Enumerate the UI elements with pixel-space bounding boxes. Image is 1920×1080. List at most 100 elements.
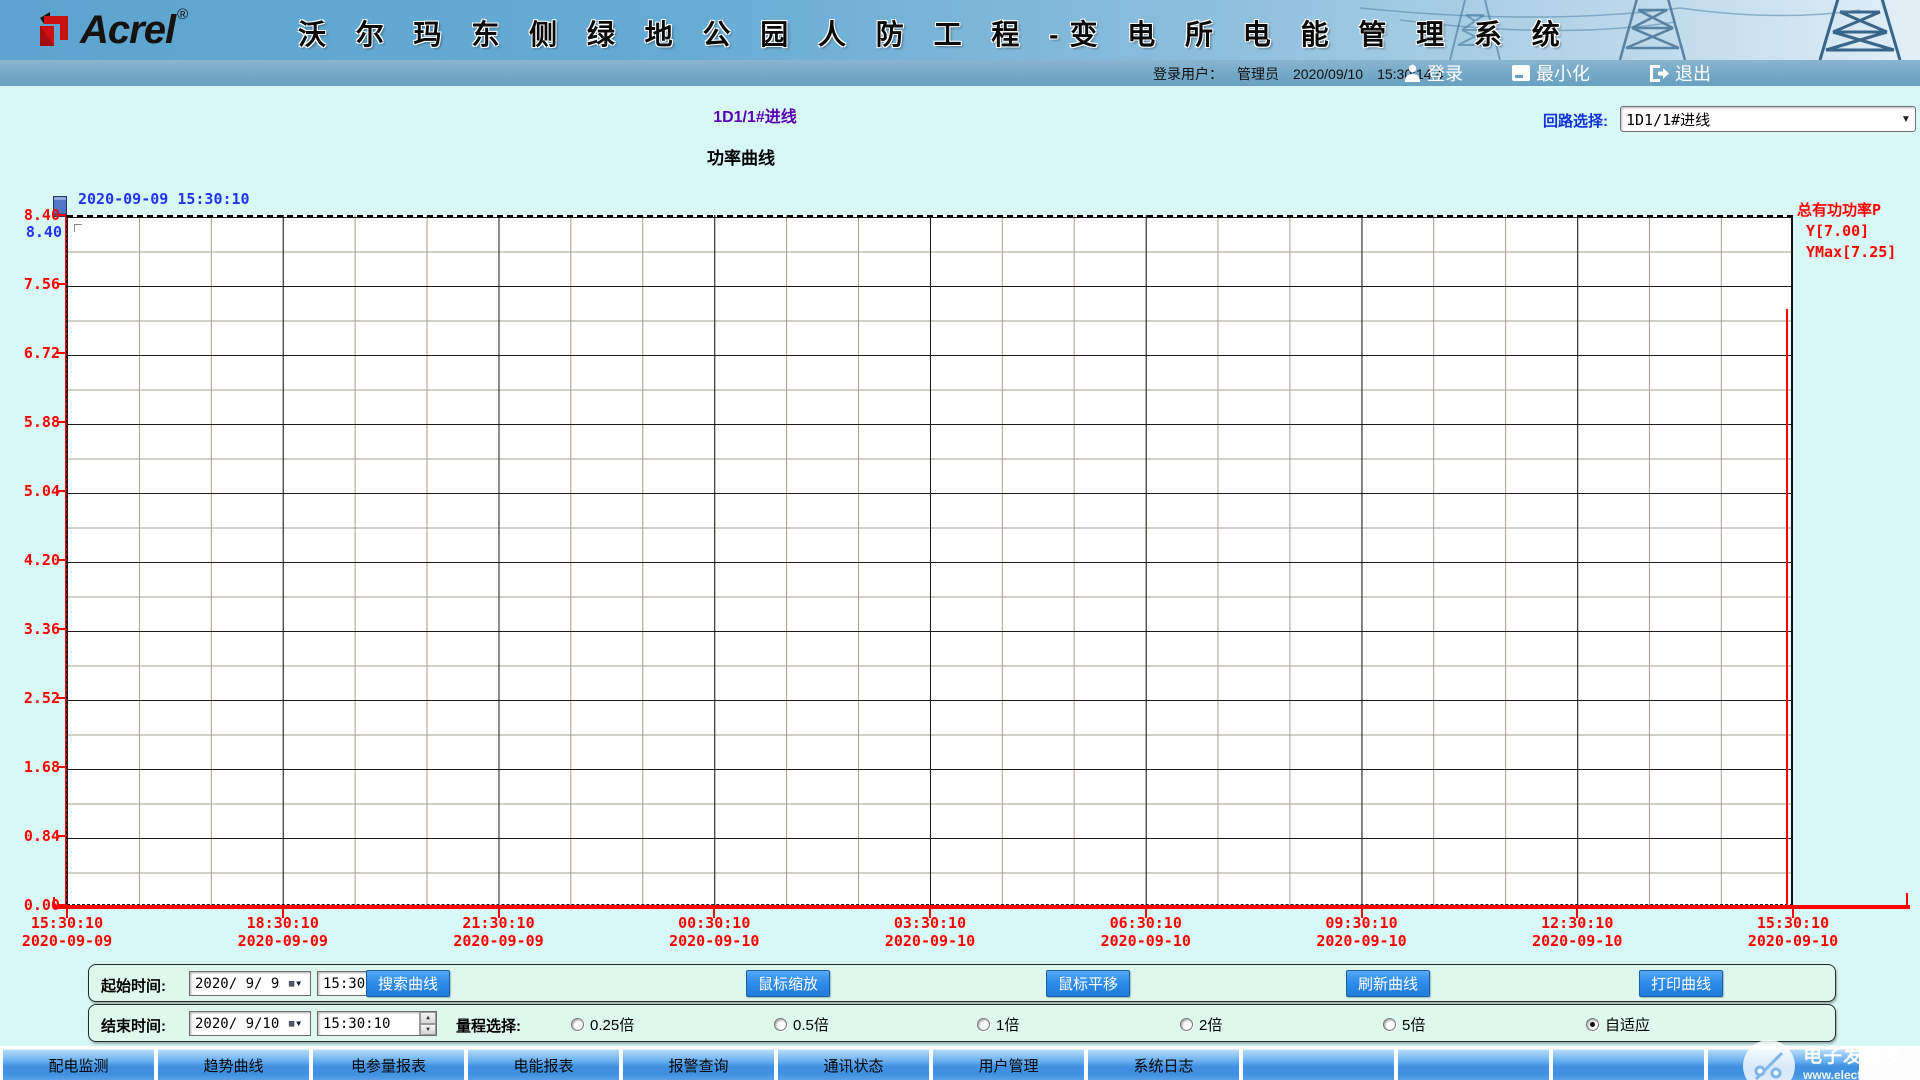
circuit-select-label: 回路选择: — [1543, 110, 1608, 131]
radio-icon[interactable] — [1180, 1018, 1193, 1031]
x-axis-tick-label: 00:30:102020-09-10 — [649, 914, 779, 950]
y-axis-tick-label: 6.72 — [0, 345, 60, 361]
x-axis-tick — [66, 909, 68, 918]
nav-tab-电能报表[interactable]: 电能报表 — [468, 1049, 619, 1080]
nav-tab-配电监测[interactable]: 配电监测 — [3, 1049, 154, 1080]
end-time-input[interactable]: 15:30:10 ▲▼ — [317, 1011, 437, 1036]
end-time-control-row: 结束时间: 2020/ 9/10 ▦▼ 15:30:10 ▲▼ 量程选择: 0.… — [88, 1004, 1836, 1042]
start-time-label: 起始时间: — [101, 975, 166, 996]
chart-legend: 总有功功率PY[7.00]YMax[7.25] — [1797, 200, 1896, 263]
x-axis-tick-label: 21:30:102020-09-09 — [434, 914, 564, 950]
y-axis-tick — [57, 835, 66, 837]
spinner-down-icon[interactable]: ▼ — [420, 1024, 436, 1036]
end-time-label: 结束时间: — [101, 1015, 166, 1036]
range-option-1倍[interactable]: 1倍 — [977, 1014, 1019, 1035]
radio-icon[interactable] — [774, 1018, 787, 1031]
y-axis-secondary-label: 8.40 — [0, 223, 62, 241]
range-option-0.5倍[interactable]: 0.5倍 — [774, 1014, 829, 1035]
y-axis-tick-label: 8.40 — [0, 207, 60, 223]
nav-tab-empty[interactable] — [1243, 1049, 1394, 1080]
start-date-picker[interactable]: 2020/ 9/ 9 ▦▼ — [189, 971, 311, 996]
user-icon — [1404, 64, 1421, 82]
legend-line: YMax[7.25] — [1797, 242, 1896, 263]
elecfans-logo-icon — [1743, 1040, 1795, 1080]
range-option-label: 0.5倍 — [793, 1014, 829, 1035]
start-date-value: 2020/ 9/ 9 — [190, 976, 280, 992]
radio-icon[interactable] — [977, 1018, 990, 1031]
x-axis-line — [53, 905, 1910, 909]
x-axis-tick — [713, 909, 715, 918]
end-date-value: 2020/ 9/10 — [190, 1016, 280, 1032]
time-spinner[interactable]: ▲ ▼ — [419, 1012, 436, 1035]
chart-plot-area[interactable] — [67, 215, 1793, 905]
nav-tab-趋势曲线[interactable]: 趋势曲线 — [158, 1049, 309, 1080]
calendar-icon[interactable]: ▦ ▼ — [280, 1012, 310, 1035]
circuit-select-value: 1D1/1#进线 — [1621, 109, 1897, 130]
nav-tab-用户管理[interactable]: 用户管理 — [933, 1049, 1084, 1080]
minimize-button[interactable]: 最小化 — [1512, 61, 1590, 85]
nav-tab-empty[interactable] — [1398, 1049, 1549, 1080]
range-option-label: 1倍 — [996, 1014, 1019, 1035]
nav-tab-电参量报表[interactable]: 电参量报表 — [313, 1049, 464, 1080]
y-axis-tick-label: 3.36 — [0, 621, 60, 637]
nav-tab-报警查询[interactable]: 报警查询 — [623, 1049, 774, 1080]
y-axis-tick-label: 2.52 — [0, 690, 60, 706]
spinner-up-icon[interactable]: ▲ — [420, 1012, 436, 1024]
x-axis-tick — [1361, 909, 1363, 918]
calendar-icon[interactable]: ▦ ▼ — [280, 972, 310, 995]
y-axis-tick — [57, 490, 66, 492]
y-axis-tick — [57, 559, 66, 561]
system-date: 2020/09/10 — [1293, 66, 1363, 82]
system-title: 沃 尔 玛 东 侧 绿 地 公 园 人 防 工 程 -变 电 所 电 能 管 理… — [298, 13, 1571, 53]
app-header: Acrel ® 沃 尔 玛 东 侧 绿 地 公 园 人 防 工 程 -变 电 所… — [0, 0, 1920, 60]
legend-line: 总有功功率P — [1797, 200, 1896, 221]
range-option-0.25倍[interactable]: 0.25倍 — [571, 1014, 634, 1035]
range-option-自适应[interactable]: 自适应 — [1586, 1014, 1650, 1035]
cursor-timestamp: 2020-09-09 15:30:10 — [78, 190, 250, 208]
range-option-label: 5倍 — [1402, 1014, 1425, 1035]
y-axis-tick — [57, 421, 66, 423]
circuit-select-dropdown[interactable]: 1D1/1#进线 ▼ — [1620, 106, 1916, 132]
y-axis-dashed-overlay — [66, 215, 67, 909]
end-date-picker[interactable]: 2020/ 9/10 ▦▼ — [189, 1011, 311, 1036]
x-axis-tick-label: 06:30:102020-09-10 — [1081, 914, 1211, 950]
nav-tab-empty[interactable] — [1553, 1049, 1704, 1080]
y-axis-tick — [57, 766, 66, 768]
radio-selected-icon[interactable] — [1586, 1018, 1599, 1031]
login-user-label: 登录用户： — [1153, 66, 1223, 82]
minimize-button-label: 最小化 — [1536, 60, 1590, 86]
refresh-curve-button[interactable]: 刷新曲线 — [1346, 970, 1430, 997]
elecfans-watermark: 电子发烧友 www.elecfans.com — [1743, 1040, 1910, 1080]
y-axis-tick-label: 5.04 — [0, 483, 60, 499]
mouse-pan-button[interactable]: 鼠标平移 — [1046, 970, 1130, 997]
range-option-5倍[interactable]: 5倍 — [1383, 1014, 1425, 1035]
range-option-2倍[interactable]: 2倍 — [1180, 1014, 1222, 1035]
watermark-text: 电子发烧友 www.elecfans.com — [1803, 1047, 1910, 1080]
y-axis-tick — [57, 628, 66, 630]
x-axis-tick-label: 15:30:102020-09-10 — [1728, 914, 1858, 950]
nav-tab-通讯状态[interactable]: 通讯状态 — [778, 1049, 929, 1080]
range-option-label: 0.25倍 — [590, 1014, 634, 1035]
y-axis-tick — [57, 697, 66, 699]
nav-tab-系统日志[interactable]: 系统日志 — [1088, 1049, 1239, 1080]
user-status-bar: 登录用户：管理员2020/09/1015:30:14.4 登录 最小化 退出 — [0, 60, 1920, 86]
acrel-logo-icon — [34, 10, 76, 50]
login-button[interactable]: 登录 — [1404, 61, 1463, 85]
login-user-value: 管理员 — [1237, 66, 1279, 82]
range-option-label: 自适应 — [1605, 1014, 1650, 1035]
chevron-down-icon: ▼ — [1897, 114, 1915, 125]
minimize-icon — [1512, 65, 1530, 81]
mouse-zoom-button[interactable]: 鼠标缩放 — [746, 970, 830, 997]
radio-icon[interactable] — [1383, 1018, 1396, 1031]
exit-button[interactable]: 退出 — [1650, 61, 1711, 85]
range-option-label: 2倍 — [1199, 1014, 1222, 1035]
radio-icon[interactable] — [571, 1018, 584, 1031]
print-curve-button[interactable]: 打印曲线 — [1639, 970, 1723, 997]
y-axis-tick-label: 1.68 — [0, 759, 60, 775]
exit-button-label: 退出 — [1675, 60, 1711, 86]
y-axis-tick-label: 7.56 — [0, 276, 60, 292]
x-axis-tick-label: 03:30:102020-09-10 — [865, 914, 995, 950]
range-select-label: 量程选择: — [456, 1015, 521, 1036]
y-axis-tick-label: 0.00 — [0, 897, 60, 913]
search-curve-button[interactable]: 搜索曲线 — [366, 970, 450, 997]
